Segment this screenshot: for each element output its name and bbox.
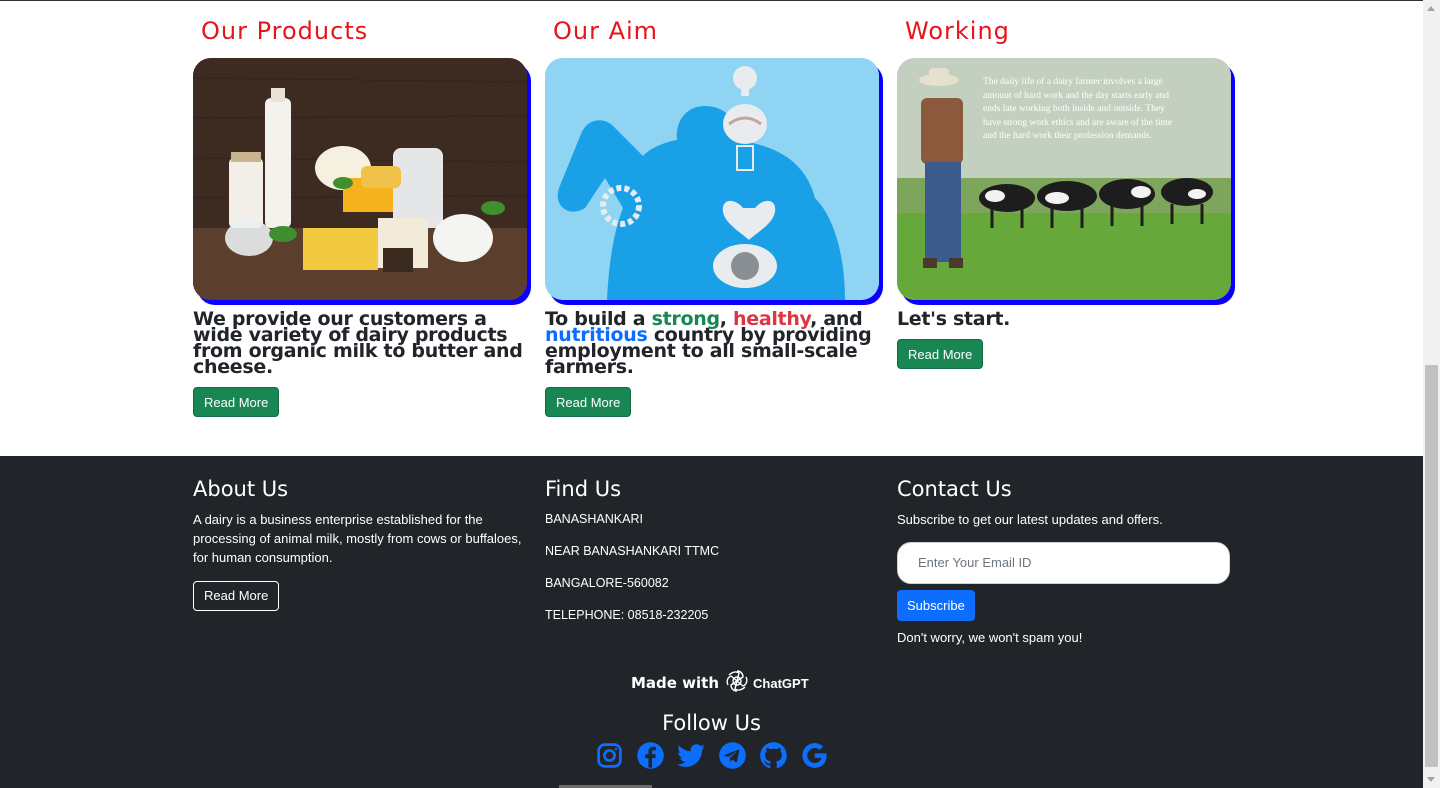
card-our-products: Our Products We provide our customers a … bbox=[193, 14, 533, 417]
dairy-products-image bbox=[193, 58, 527, 300]
scroll-down-arrow-icon[interactable] bbox=[1427, 777, 1435, 782]
card-heading: Working bbox=[905, 17, 1010, 45]
about-text: A dairy is a business enterprise establi… bbox=[193, 512, 522, 565]
footer: About Us A dairy is a business enterpris… bbox=[0, 456, 1423, 788]
card-heading: Our Products bbox=[201, 17, 369, 45]
page: Our Products We provide our customers a … bbox=[0, 0, 1423, 788]
health-body-image bbox=[545, 58, 879, 300]
footer-find-us: Find Us BANASHANKARI NEAR BANASHANKARI T… bbox=[545, 475, 885, 631]
footer-about: About Us A dairy is a business enterpris… bbox=[193, 475, 533, 611]
made-with: Made with ChatGPT bbox=[631, 669, 809, 697]
scroll-up-arrow-icon[interactable] bbox=[1427, 6, 1435, 11]
card-description: We provide our customers a wide variety … bbox=[193, 308, 523, 378]
telephone-line: TELEPHONE: 08518-232205 bbox=[545, 608, 709, 622]
address-line: BANGALORE-560082 bbox=[545, 576, 669, 590]
google-icon[interactable] bbox=[800, 741, 829, 770]
twitter-icon[interactable] bbox=[677, 741, 706, 770]
read-more-button[interactable]: Read More bbox=[897, 339, 984, 369]
telegram-icon[interactable] bbox=[718, 741, 747, 770]
read-more-button[interactable]: Read More bbox=[545, 387, 632, 417]
no-spam-note: Don't worry, we won't spam you! bbox=[897, 630, 1083, 645]
social-links bbox=[595, 741, 829, 770]
address-list: BANASHANKARI NEAR BANASHANKARI TTMC BANG… bbox=[545, 503, 885, 631]
chatgpt-logo-icon bbox=[725, 669, 749, 697]
find-title: Find Us bbox=[545, 477, 622, 501]
chatgpt-label: ChatGPT bbox=[753, 675, 809, 691]
contact-text: Subscribe to get our latest updates and … bbox=[897, 512, 1163, 527]
card-description: To build a strong, healthy, and nutritio… bbox=[545, 310, 879, 377]
address-line: NEAR BANASHANKARI TTMC bbox=[545, 544, 720, 558]
read-more-button[interactable]: Read More bbox=[193, 387, 280, 417]
vertical-scrollbar[interactable] bbox=[1423, 0, 1440, 788]
about-read-more-button[interactable]: Read More bbox=[193, 581, 280, 611]
subscribe-button[interactable]: Subscribe bbox=[897, 590, 975, 621]
card-heading: Our Aim bbox=[553, 17, 659, 45]
card-our-aim: Our Aim To build a strong, healthy, and … bbox=[545, 14, 885, 417]
card-description: Let's start. bbox=[897, 308, 1011, 330]
footer-contact: Contact Us Subscribe to get our latest u… bbox=[897, 475, 1237, 645]
image-caption: The daily life of a dairy farmer involve… bbox=[983, 77, 1173, 141]
dairy-farmer-image: The daily life of a dairy farmer involve… bbox=[897, 58, 1231, 300]
card-working: Working The daily life of a dairy farmer… bbox=[897, 14, 1237, 369]
follow-us-title: Follow Us bbox=[662, 711, 761, 735]
github-icon[interactable] bbox=[759, 741, 788, 770]
address-line: BANASHANKARI bbox=[545, 512, 643, 526]
about-title: About Us bbox=[193, 477, 289, 501]
scrollbar-thumb[interactable] bbox=[1425, 365, 1438, 767]
contact-title: Contact Us bbox=[897, 477, 1012, 501]
instagram-icon[interactable] bbox=[595, 741, 624, 770]
top-border bbox=[0, 0, 1423, 1]
facebook-icon[interactable] bbox=[636, 741, 665, 770]
made-with-label: Made with bbox=[631, 674, 720, 692]
email-input[interactable]: Enter Your Email ID bbox=[897, 542, 1230, 584]
